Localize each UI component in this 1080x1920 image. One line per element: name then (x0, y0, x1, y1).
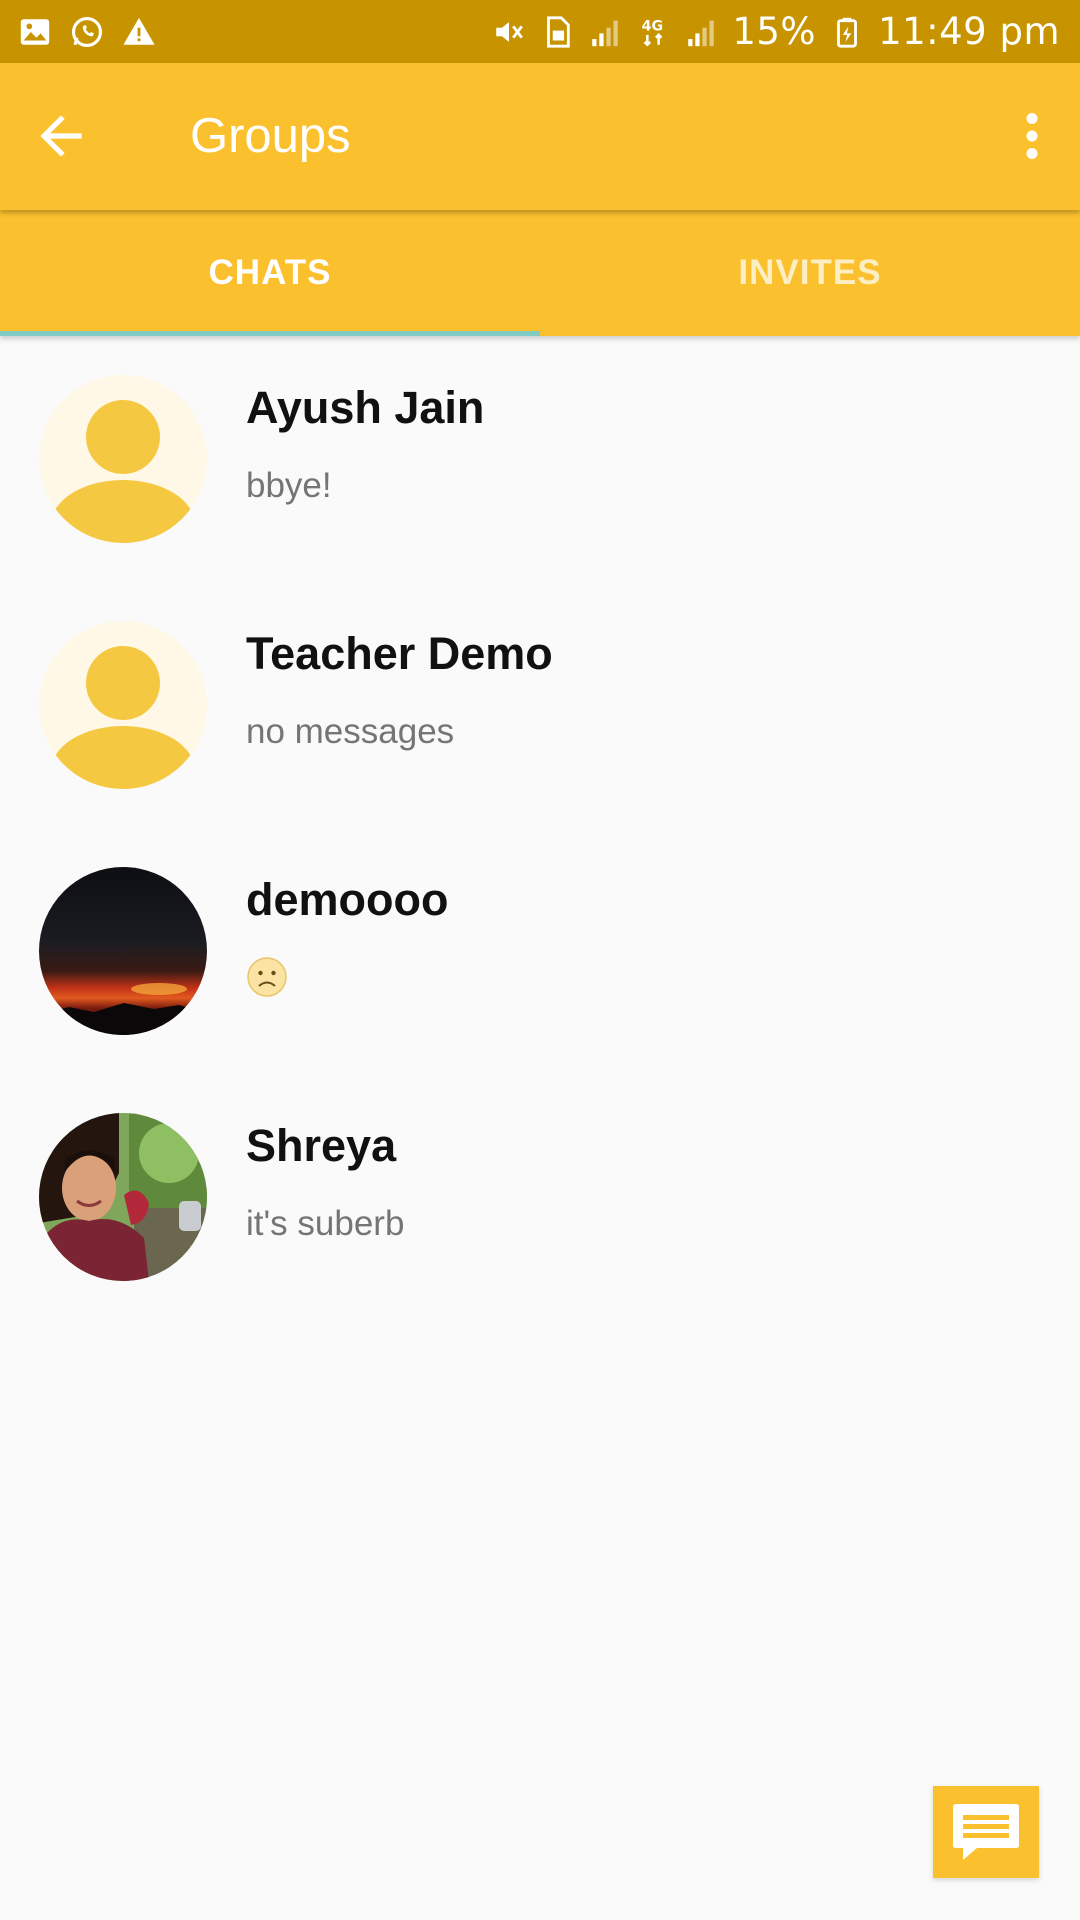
status-bar: 4G 15% 11:49 pm (0, 0, 1080, 63)
whatsapp-icon (70, 15, 104, 49)
profile-photo (39, 1113, 207, 1281)
4g-icon: 4G (636, 15, 670, 49)
chat-name: Ayush Jain (246, 382, 485, 433)
chat-item[interactable]: Shreya it's suberb (0, 1074, 1080, 1320)
avatar (39, 867, 207, 1035)
tab-bar: CHATS INVITES (0, 210, 1080, 336)
chat-last-message: no messages (246, 712, 455, 751)
chat-last-message (246, 956, 288, 1009)
status-left-icons (18, 15, 156, 49)
default-avatar-icon (39, 375, 207, 543)
tab-invites-label: INVITES (738, 253, 882, 292)
overflow-menu-button[interactable] (1002, 105, 1062, 167)
avatar (39, 1113, 207, 1281)
tab-chats[interactable]: CHATS (0, 210, 540, 336)
mute-icon (492, 15, 526, 49)
back-button[interactable] (30, 105, 92, 167)
status-time: 11:49 pm (878, 10, 1060, 53)
more-vert-icon (1026, 113, 1038, 159)
message-icon (953, 1804, 1019, 1860)
app-bar: Groups (0, 63, 1080, 210)
tab-chats-label: CHATS (208, 253, 332, 292)
chat-name: Shreya (246, 1120, 397, 1171)
battery-icon (830, 15, 864, 49)
default-avatar-icon (39, 621, 207, 789)
status-right-icons: 4G 15% 11:49 pm (492, 10, 1060, 53)
avatar (39, 375, 207, 543)
tab-indicator (0, 331, 540, 336)
arrow-back-icon (40, 115, 82, 157)
chat-last-message: bbye! (246, 466, 332, 505)
sad-face-emoji-icon (246, 956, 288, 998)
sim-icon (540, 15, 574, 49)
avatar (39, 621, 207, 789)
svg-text:4G: 4G (642, 18, 663, 34)
chat-item[interactable]: Ayush Jain bbye! (0, 336, 1080, 582)
page-title: Groups (190, 109, 351, 163)
chat-item[interactable]: demoooo (0, 828, 1080, 1074)
signal-icon (684, 15, 718, 49)
sunset-photo (39, 867, 207, 1035)
chat-list: Ayush Jain bbye! Teacher Demo no message… (0, 336, 1080, 1320)
chat-name: demoooo (246, 874, 449, 925)
tab-invites[interactable]: INVITES (540, 210, 1080, 336)
signal-icon (588, 15, 622, 49)
chat-item[interactable]: Teacher Demo no messages (0, 582, 1080, 828)
image-icon (18, 15, 52, 49)
chat-name: Teacher Demo (246, 628, 553, 679)
chat-last-message: it's suberb (246, 1204, 405, 1243)
battery-percent: 15% (732, 10, 817, 53)
new-message-button[interactable] (933, 1786, 1039, 1878)
warning-icon (122, 15, 156, 49)
